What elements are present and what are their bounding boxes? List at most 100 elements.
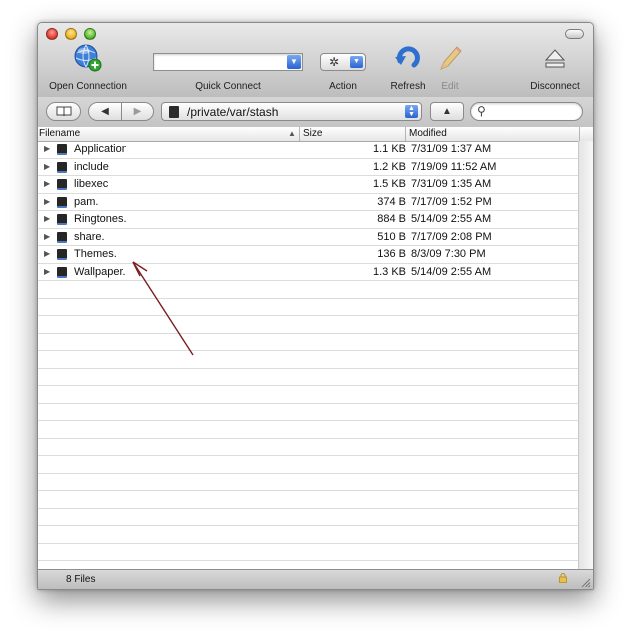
folder-icon — [57, 249, 67, 260]
gear-icon: ✲ — [329, 55, 340, 69]
folder-icon — [57, 231, 67, 243]
file-size: 136 B — [377, 248, 406, 260]
empty-row[interactable] — [38, 544, 578, 561]
redaction-mask — [126, 247, 176, 262]
empty-row[interactable] — [38, 281, 578, 299]
empty-row[interactable] — [38, 456, 578, 474]
empty-row[interactable] — [38, 421, 578, 439]
file-modified: 7/19/09 11:52 AM — [411, 160, 497, 173]
redaction-mask — [110, 177, 180, 192]
up-icon: ▲ — [442, 106, 452, 117]
file-count: 8 Files — [66, 574, 96, 585]
forward-icon: ▶ — [133, 106, 142, 117]
file-row[interactable]: ▶ include. 1.2 KB 7/19/09 11:52 AM — [38, 159, 578, 176]
file-row[interactable]: ▶ Applications. 1.1 KB 7/31/09 1:37 AM — [38, 141, 578, 159]
close-button[interactable] — [46, 28, 58, 40]
size-column-header[interactable]: Size — [300, 127, 406, 141]
disclosure-triangle-icon[interactable]: ▶ — [44, 197, 50, 206]
file-modified: 8/3/09 7:30 PM — [411, 248, 486, 260]
redaction-mask — [118, 194, 178, 210]
file-size: 1.1 KB — [372, 143, 406, 155]
empty-row[interactable] — [38, 439, 578, 456]
file-modified: 7/17/09 2:08 PM — [411, 230, 492, 243]
toolbar: Open Connection ▼ Quick Connect ✲ ▼ Acti… — [38, 23, 593, 98]
modified-header-label: Modified — [409, 128, 447, 139]
empty-row[interactable] — [38, 386, 578, 404]
status-bar: 8 Files — [38, 569, 593, 589]
folder-icon — [57, 161, 67, 173]
forward-button[interactable]: ▶ — [121, 102, 154, 121]
open-connection-label: Open Connection — [49, 81, 127, 92]
file-name: libexec — [74, 178, 109, 190]
column-header: Filename ▲ Size Modified — [38, 127, 593, 142]
back-icon: ◀ — [101, 106, 109, 117]
file-size: 1.3 KB — [372, 265, 406, 278]
bookmarks-button[interactable] — [46, 102, 81, 121]
empty-row[interactable] — [38, 526, 578, 544]
disclosure-triangle-icon[interactable]: ▶ — [44, 214, 50, 223]
action-label: Action — [329, 81, 357, 92]
empty-row[interactable] — [38, 404, 578, 421]
empty-row[interactable] — [38, 351, 578, 369]
back-button[interactable]: ◀ — [88, 102, 122, 121]
path-popup[interactable]: /private/var/stash ▲ ▼ — [161, 102, 422, 121]
eject-icon — [543, 43, 567, 76]
empty-row[interactable] — [38, 509, 578, 526]
toolbar-toggle-button[interactable] — [565, 29, 584, 39]
file-name: Ringtones. — [74, 213, 127, 225]
chevron-down-icon[interactable]: ▼ — [287, 55, 301, 69]
folder-icon — [57, 214, 67, 225]
file-name: Wallpaper. — [74, 265, 126, 278]
redaction-mask — [134, 264, 174, 280]
file-size: 1.5 KB — [372, 178, 406, 190]
folder-icon — [57, 144, 67, 155]
parent-directory-button[interactable]: ▲ — [430, 102, 464, 121]
edit-label: Edit — [441, 81, 459, 92]
redaction-mask — [126, 142, 196, 157]
file-row[interactable]: ▶ share. 510 B 7/17/09 2:08 PM — [38, 229, 578, 246]
globe-plus-icon — [73, 43, 103, 76]
size-header-label: Size — [303, 128, 323, 139]
empty-row[interactable] — [38, 316, 578, 334]
empty-row[interactable] — [38, 369, 578, 386]
lock-icon — [559, 573, 567, 583]
sort-ascending-icon: ▲ — [288, 129, 296, 138]
file-row[interactable]: ▶ Wallpaper. 1.3 KB 5/14/09 2:55 AM — [38, 264, 578, 281]
folder-icon — [57, 196, 67, 208]
resize-grip-icon[interactable] — [581, 578, 591, 588]
file-row[interactable]: ▶ Ringtones. 884 B 5/14/09 2:55 AM — [38, 211, 578, 229]
vertical-scrollbar[interactable] — [578, 141, 593, 569]
disclosure-triangle-icon[interactable]: ▶ — [44, 179, 50, 188]
file-modified: 7/17/09 1:52 PM — [411, 195, 492, 208]
disclosure-triangle-icon[interactable]: ▶ — [44, 249, 50, 258]
file-list: ▶ Applications. 1.1 KB 7/31/09 1:37 AM ▶ incl… — [38, 141, 578, 569]
disk-icon — [169, 106, 179, 118]
file-name: include. — [74, 160, 112, 173]
file-row[interactable]: ▶ Themes. 136 B 8/3/09 7:30 PM — [38, 246, 578, 264]
disclosure-triangle-icon[interactable]: ▶ — [44, 162, 50, 171]
empty-row[interactable] — [38, 474, 578, 491]
navigation-bar: ◀ ▶ /private/var/stash ▲ ▼ ▲ ⚲ — [38, 97, 593, 128]
disconnect-label: Disconnect — [530, 81, 580, 92]
file-row[interactable]: ▶ libexec 1.5 KB 7/31/09 1:35 AM — [38, 176, 578, 194]
disclosure-triangle-icon[interactable]: ▶ — [44, 144, 50, 153]
chevron-down-icon: ▼ — [350, 56, 363, 68]
action-menu-button[interactable]: ✲ ▼ — [320, 53, 366, 71]
quick-connect-input[interactable]: ▼ — [153, 53, 303, 71]
file-row[interactable]: ▶ pam. 374 B 7/17/09 1:52 PM — [38, 194, 578, 211]
file-size: 374 B — [377, 195, 406, 208]
folder-icon — [57, 179, 67, 190]
filename-column-header[interactable]: Filename ▲ — [38, 127, 300, 141]
minimize-button[interactable] — [65, 28, 77, 40]
search-input[interactable]: ⚲ — [470, 102, 583, 121]
filename-header-label: Filename — [39, 128, 81, 139]
disclosure-triangle-icon[interactable]: ▶ — [44, 232, 50, 241]
disclosure-triangle-icon[interactable]: ▶ — [44, 267, 50, 276]
zoom-button[interactable] — [84, 28, 96, 40]
modified-column-header[interactable]: Modified — [406, 127, 580, 141]
empty-row[interactable] — [38, 491, 578, 509]
empty-row[interactable] — [38, 299, 578, 316]
file-modified: 7/31/09 1:37 AM — [411, 143, 492, 155]
book-icon — [56, 106, 72, 120]
empty-row[interactable] — [38, 334, 578, 351]
